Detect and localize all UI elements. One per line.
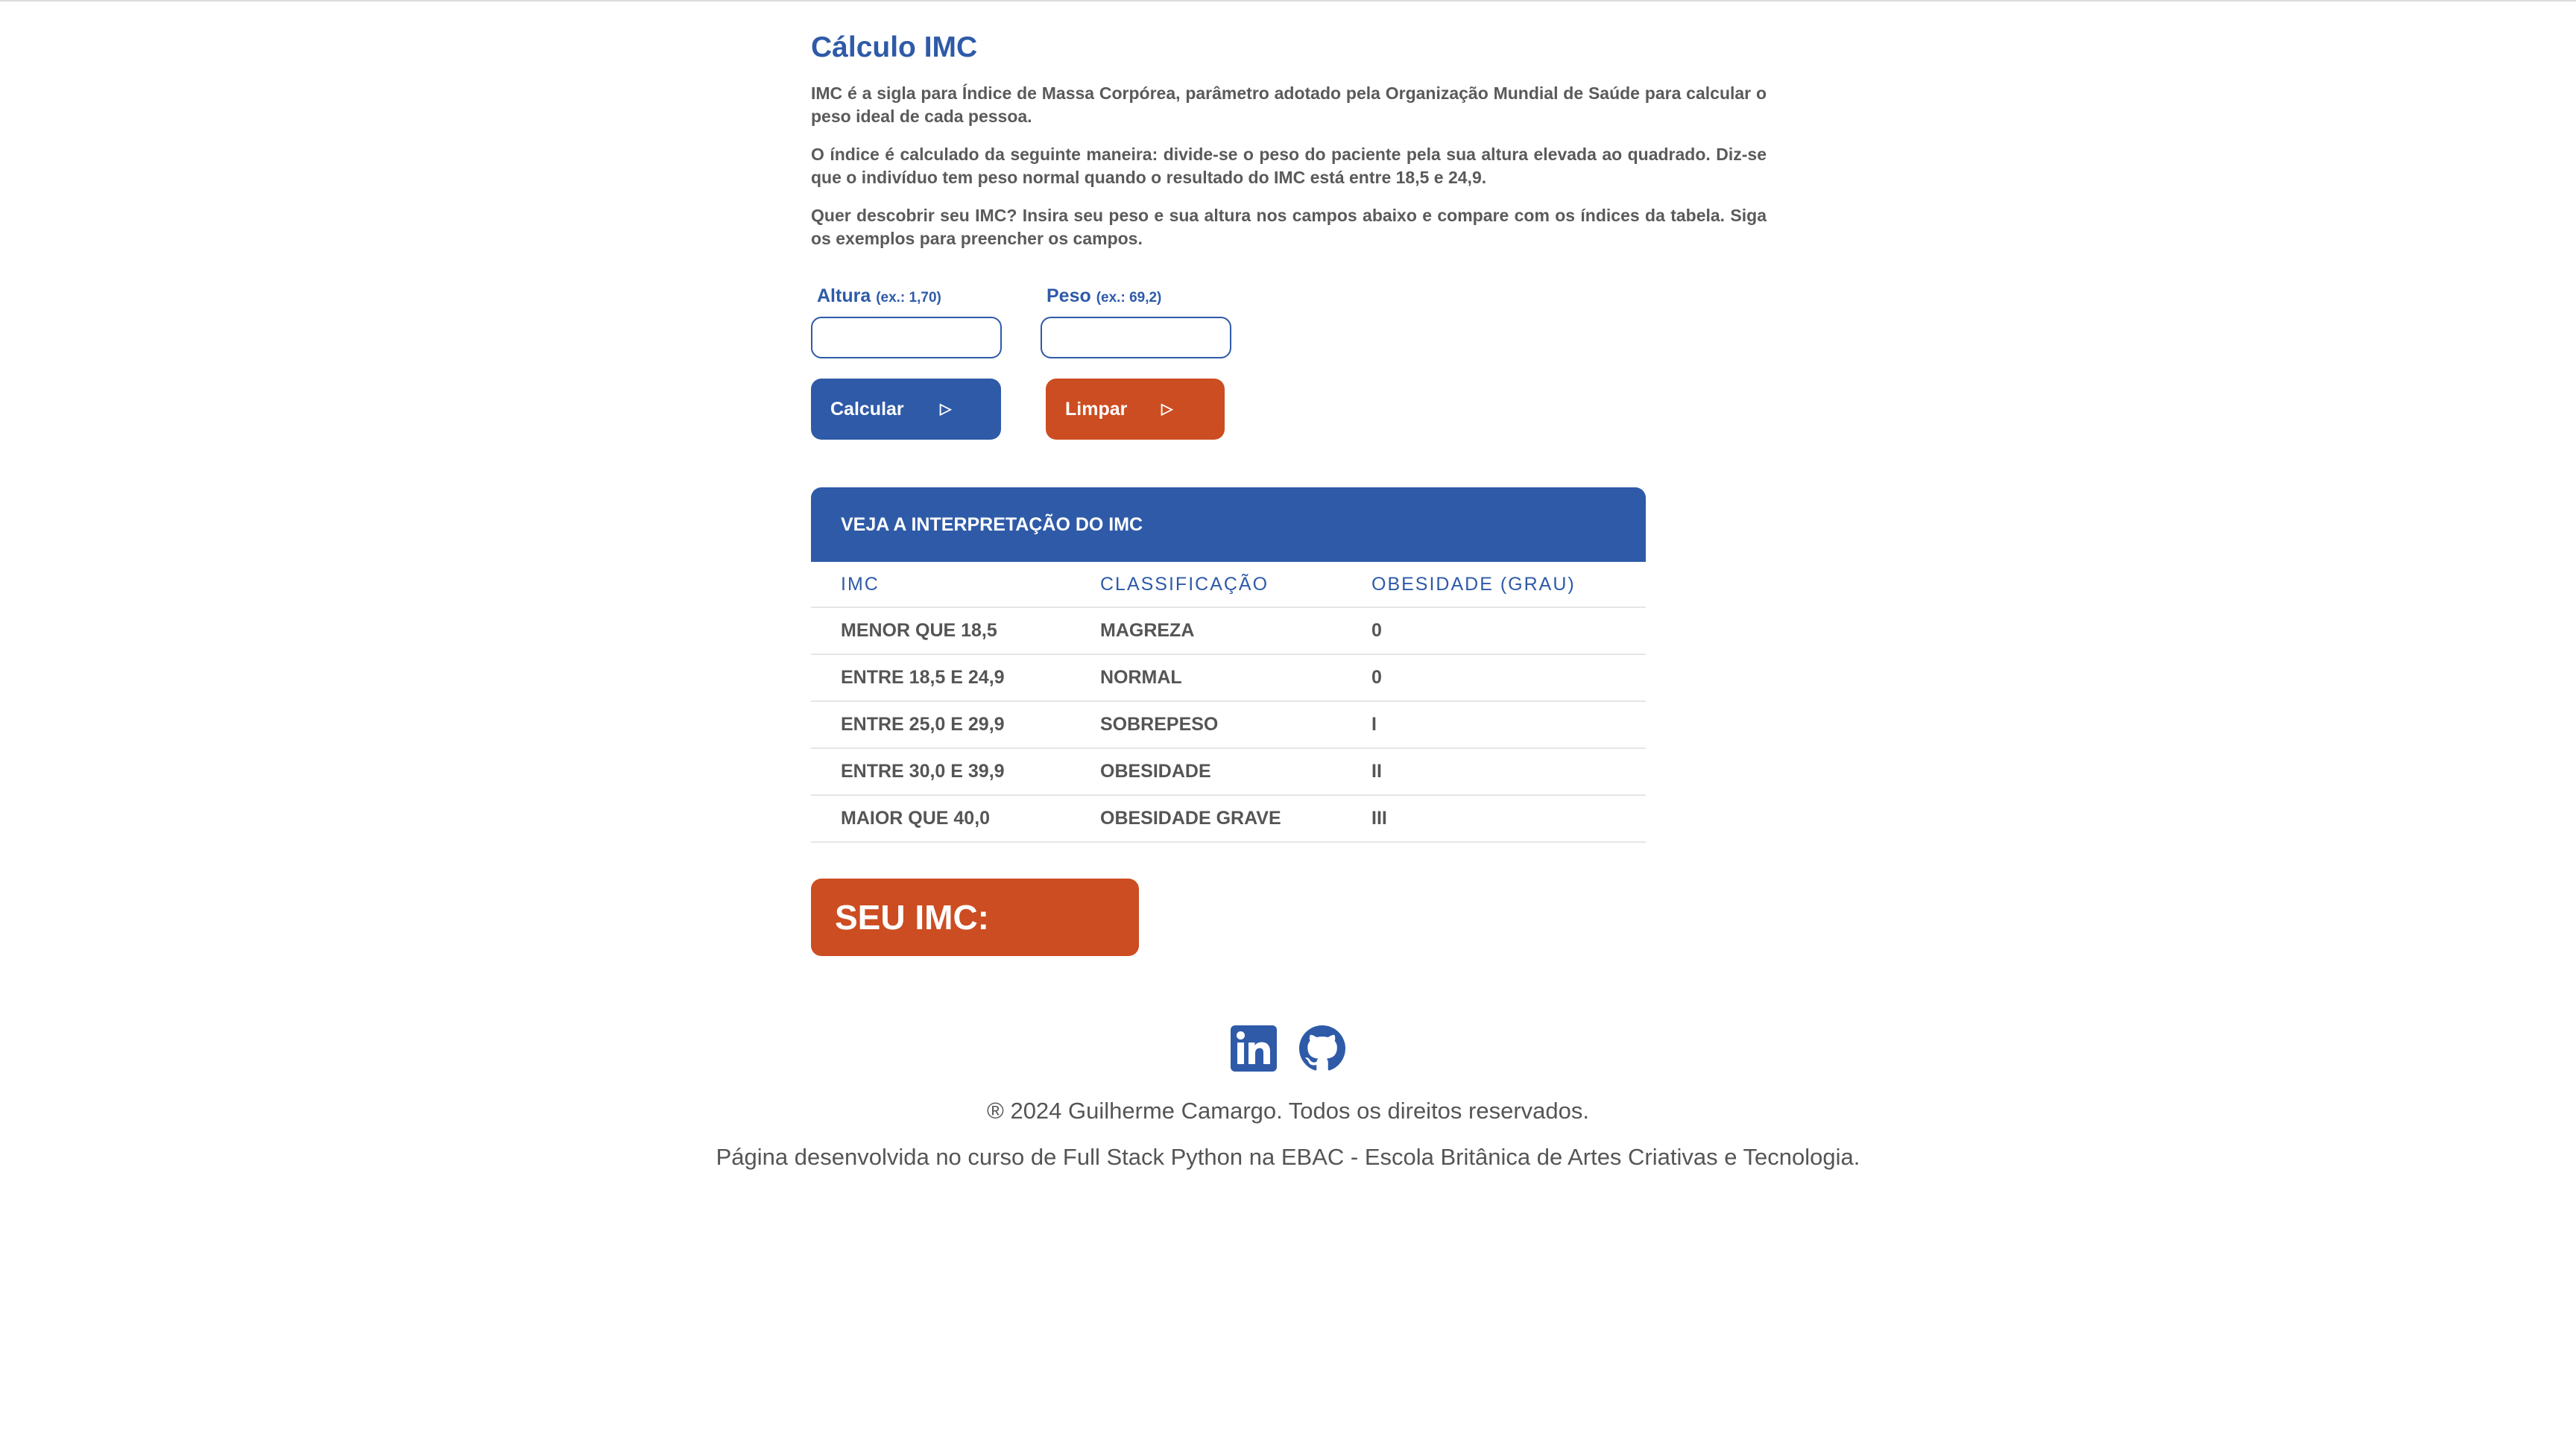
altura-field-group: Altura (ex.: 1,70): [811, 283, 1002, 358]
cell-classificacao: SOBREPESO: [1070, 701, 1342, 749]
column-header-obesidade: OBESIDADE (GRAU): [1342, 562, 1646, 608]
table-row: ENTRE 18,5 E 24,9 NORMAL 0: [811, 654, 1646, 702]
table-row: MAIOR QUE 40,0 OBESIDADE GRAVE III: [811, 795, 1646, 843]
play-outline-icon: ▷: [1161, 401, 1173, 417]
github-icon: [1299, 1025, 1345, 1071]
cell-grau: III: [1342, 795, 1646, 843]
linkedin-icon: [1231, 1025, 1277, 1072]
copyright-text: ® 2024 Guilherme Camargo. Todos os direi…: [987, 1098, 1589, 1124]
cell-grau: 0: [1342, 607, 1646, 655]
cell-classificacao: NORMAL: [1070, 654, 1342, 702]
cell-classificacao: OBESIDADE GRAVE: [1070, 795, 1342, 843]
column-header-imc: IMC: [811, 562, 1070, 608]
cell-grau: 0: [1342, 654, 1646, 702]
calculate-button[interactable]: Calcular ▷: [811, 379, 1001, 440]
play-outline-icon: ▷: [940, 401, 952, 417]
main-content: Cálculo IMC IMC é a sigla para Índice de…: [811, 28, 1767, 956]
github-link[interactable]: [1299, 1025, 1345, 1072]
imc-result-box: SEU IMC:: [811, 879, 1139, 956]
intro-text: IMC é a sigla para Índice de Massa Corpó…: [811, 82, 1767, 250]
course-credit-text: Página desenvolvida no curso de Full Sta…: [716, 1144, 1860, 1170]
cell-grau: II: [1342, 748, 1646, 796]
peso-field-group: Peso (ex.: 69,2): [1041, 283, 1231, 358]
cell-imc: ENTRE 30,0 E 39,9: [811, 748, 1070, 796]
cell-imc: MENOR QUE 18,5: [811, 607, 1070, 655]
peso-label-text: Peso: [1046, 285, 1091, 306]
table-heading: VEJA A INTERPRETAÇÃO DO IMC: [811, 487, 1646, 562]
altura-label: Altura (ex.: 1,70): [817, 283, 1002, 311]
table-header-row: IMC CLASSIFICAÇÃO OBESIDADE (GRAU): [811, 562, 1646, 608]
altura-input[interactable]: [811, 317, 1002, 358]
imc-table: IMC CLASSIFICAÇÃO OBESIDADE (GRAU) MENOR…: [811, 562, 1646, 843]
cell-imc: ENTRE 18,5 E 24,9: [811, 654, 1070, 702]
peso-label: Peso (ex.: 69,2): [1046, 283, 1231, 311]
table-row: ENTRE 25,0 E 29,9 SOBREPESO I: [811, 701, 1646, 749]
calculate-button-label: Calcular: [830, 398, 904, 420]
page-title: Cálculo IMC: [811, 31, 978, 63]
altura-label-text: Altura: [817, 285, 871, 306]
cell-imc: MAIOR QUE 40,0: [811, 795, 1070, 843]
page-footer: ® 2024 Guilherme Camargo. Todos os direi…: [0, 1025, 2576, 1180]
social-links: [0, 1025, 2576, 1073]
intro-paragraph: IMC é a sigla para Índice de Massa Corpó…: [811, 83, 1767, 126]
altura-hint: (ex.: 1,70): [876, 290, 941, 306]
linkedin-link[interactable]: [1231, 1025, 1277, 1072]
column-header-classificacao: CLASSIFICAÇÃO: [1070, 562, 1342, 608]
imc-table-section: VEJA A INTERPRETAÇÃO DO IMC IMC CLASSIFI…: [811, 487, 1646, 843]
imc-form: Altura (ex.: 1,70) Peso (ex.: 69,2) Calc…: [811, 283, 1767, 440]
intro-paragraph: O índice é calculado da seguinte maneira…: [811, 145, 1767, 187]
top-divider: [0, 0, 2576, 1]
clear-button-label: Limpar: [1065, 398, 1128, 420]
table-row: ENTRE 30,0 E 39,9 OBESIDADE II: [811, 748, 1646, 796]
cell-imc: ENTRE 25,0 E 29,9: [811, 701, 1070, 749]
cell-classificacao: MAGREZA: [1070, 607, 1342, 655]
imc-result-label: SEU IMC:: [835, 898, 989, 937]
clear-button[interactable]: Limpar ▷: [1046, 379, 1225, 440]
cell-grau: I: [1342, 701, 1646, 749]
peso-input[interactable]: [1041, 317, 1231, 358]
table-row: MENOR QUE 18,5 MAGREZA 0: [811, 607, 1646, 655]
intro-paragraph: Quer descobrir seu IMC? Insira seu peso …: [811, 206, 1767, 248]
peso-hint: (ex.: 69,2): [1096, 290, 1162, 306]
cell-classificacao: OBESIDADE: [1070, 748, 1342, 796]
